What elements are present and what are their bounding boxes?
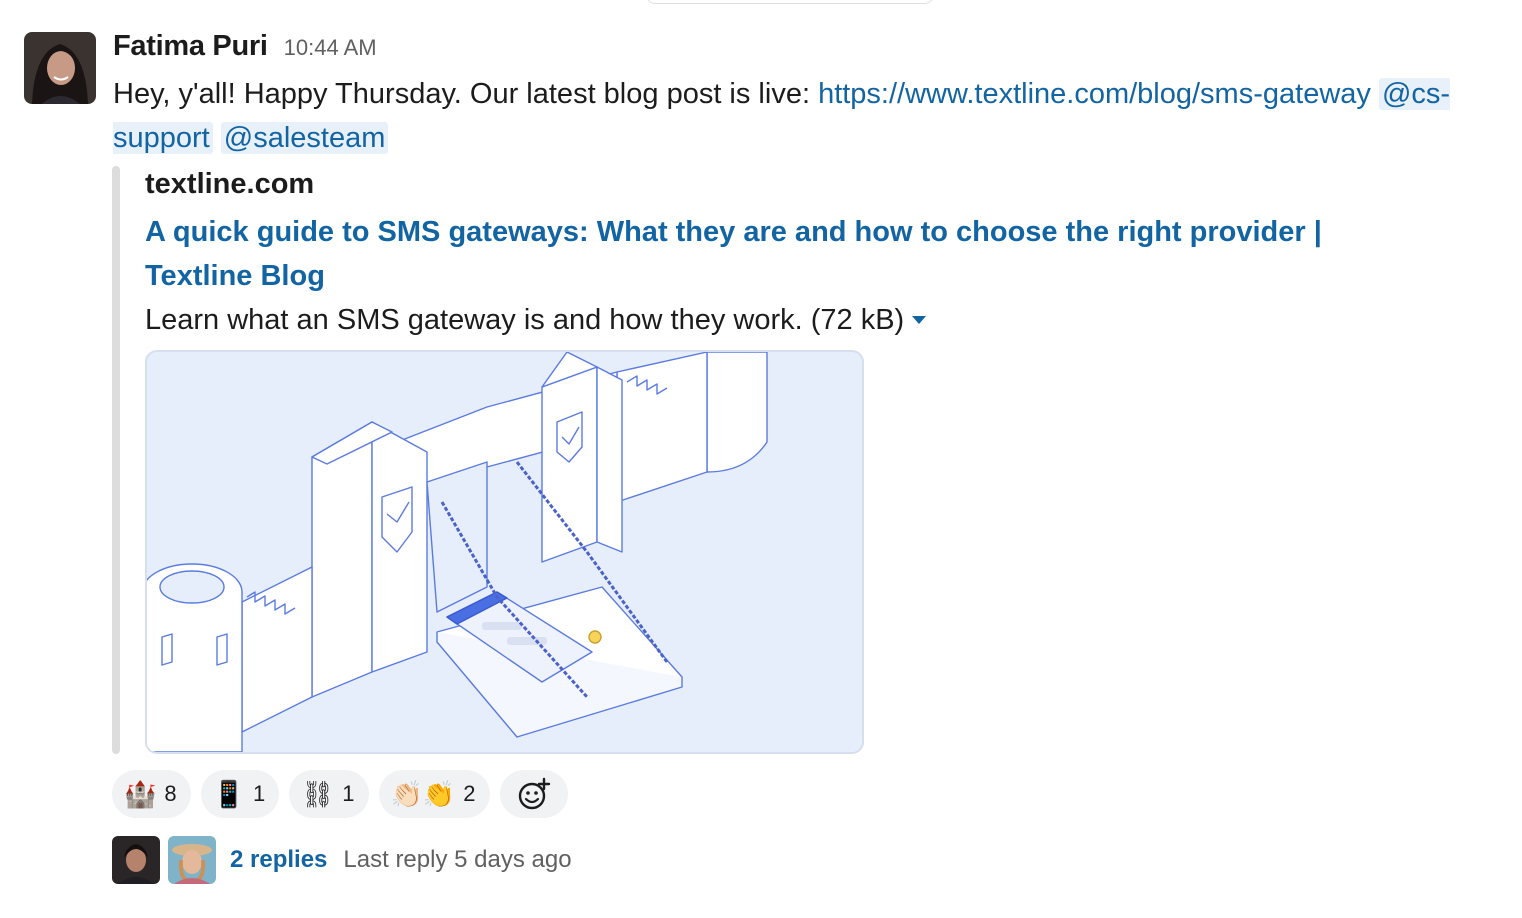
attachment-description: Learn what an SMS gateway is and how the… bbox=[145, 298, 927, 342]
add-emoji-icon bbox=[518, 777, 550, 810]
message-text: Hey, y'all! Happy Thursday. Our latest b… bbox=[113, 78, 819, 110]
add-reaction-button[interactable] bbox=[499, 770, 568, 818]
reaction-count: 8 bbox=[164, 781, 177, 806]
mention-salesteam[interactable]: @salesteam bbox=[220, 122, 389, 154]
reply-count-link[interactable]: 2 replies bbox=[230, 846, 327, 874]
attachment-description-text: Learn what an SMS gateway is and how the… bbox=[145, 304, 905, 336]
message-timestamp[interactable]: 10:44 AM bbox=[284, 35, 377, 61]
message-body: Hey, y'all! Happy Thursday. Our latest b… bbox=[113, 72, 1503, 160]
reaction-chains[interactable]: ⛓ 1 bbox=[289, 770, 369, 818]
message-link[interactable]: https://www.textline.com/blog/sms-gatewa… bbox=[818, 78, 1371, 110]
attachment-bar bbox=[112, 166, 120, 754]
reaction-bar: 🏰 8 📱 1 ⛓ 1 👏🏻👏 2 bbox=[112, 770, 568, 818]
castle-emoji-icon: 🏰 bbox=[124, 779, 157, 809]
attachment-image[interactable] bbox=[145, 350, 864, 754]
message-header: Fatima Puri 10:44 AM bbox=[113, 30, 377, 63]
collapse-caret-icon[interactable] bbox=[912, 316, 927, 324]
reaction-clapping-hands[interactable]: 👏🏻👏 2 bbox=[378, 770, 490, 818]
reaction-castle[interactable]: 🏰 8 bbox=[112, 770, 191, 818]
author-avatar[interactable] bbox=[24, 32, 96, 104]
last-reply-text: Last reply 5 days ago bbox=[343, 846, 572, 873]
attachment-title-link[interactable]: A quick guide to SMS gateways: What they… bbox=[145, 210, 1325, 298]
reaction-count: 1 bbox=[342, 781, 355, 806]
attachment-site: textline.com bbox=[145, 168, 315, 200]
reaction-mobile-phone[interactable]: 📱 1 bbox=[200, 770, 280, 818]
date-divider-pill[interactable] bbox=[645, 0, 935, 4]
chains-emoji-icon: ⛓ bbox=[301, 779, 335, 809]
mobile-phone-emoji-icon: 📱 bbox=[212, 779, 245, 809]
reply-avatar bbox=[168, 836, 216, 884]
reaction-count: 2 bbox=[463, 781, 476, 806]
author-name[interactable]: Fatima Puri bbox=[113, 30, 268, 63]
clapping-hands-emoji-icon: 👏🏻👏 bbox=[390, 779, 456, 809]
thread-replies[interactable]: 2 replies Last reply 5 days ago bbox=[112, 836, 572, 884]
castle-illustration bbox=[147, 352, 862, 752]
reaction-count: 1 bbox=[253, 781, 266, 806]
reply-avatar bbox=[112, 836, 160, 884]
